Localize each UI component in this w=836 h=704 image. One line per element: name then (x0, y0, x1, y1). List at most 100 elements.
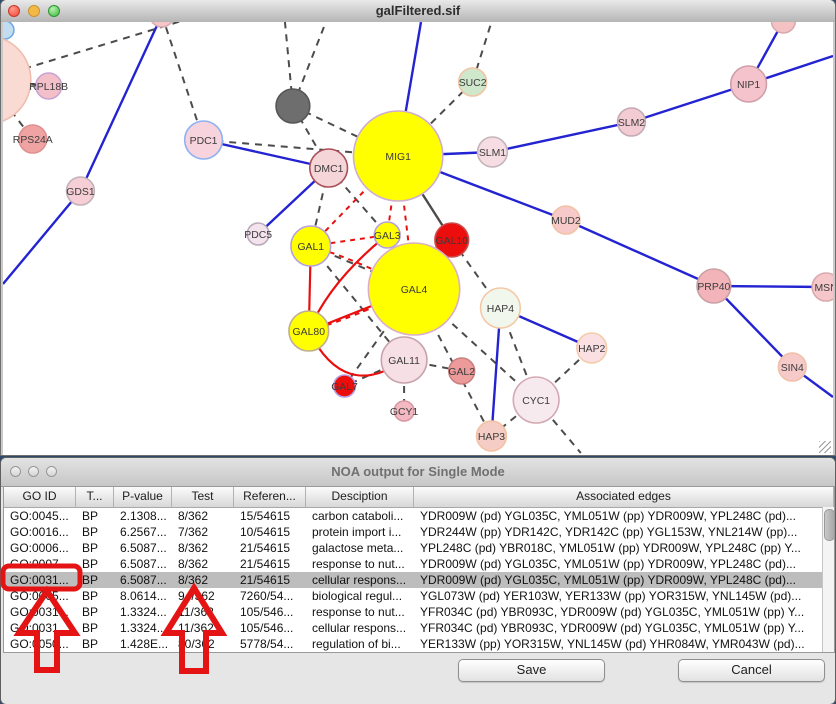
cell[interactable]: GO:0050... (4, 636, 76, 652)
cell[interactable]: GO:0031... (4, 620, 76, 636)
noa-results-table: GO IDT...P-valueTestReferen...Desciption… (3, 486, 835, 653)
cell[interactable]: GO:0031... (4, 604, 76, 620)
scrollbar-thumb[interactable] (824, 509, 835, 541)
cell[interactable]: 8/362 (172, 572, 234, 588)
column-header-desciption[interactable]: Desciption (306, 487, 414, 507)
cell[interactable]: response to nut... (306, 556, 414, 572)
cell[interactable]: 5778/54... (234, 636, 306, 652)
cell[interactable]: 6.2567... (114, 524, 172, 540)
cell[interactable]: GO:0007... (4, 556, 76, 572)
cell[interactable]: GO:0045... (4, 508, 76, 524)
table-scrollbar[interactable] (822, 507, 834, 652)
cell[interactable]: 15/54615 (234, 508, 306, 524)
noa-window-titlebar[interactable]: NOA output for Single Mode (1, 458, 835, 487)
table-row[interactable]: GO:0007...BP6.5087...8/36221/54615respon… (4, 556, 834, 572)
node-corner[interactable] (3, 22, 14, 39)
cell[interactable]: 8/362 (172, 540, 234, 556)
cancel-button[interactable]: Cancel (678, 659, 825, 682)
table-row[interactable]: GO:0031...BP6.5087...8/36221/54615cellul… (4, 572, 834, 588)
cell[interactable]: GO:0065... (4, 588, 76, 604)
cell[interactable]: GO:0031... (4, 572, 76, 588)
cell[interactable]: YDR009W (pd) YGL035C, YML051W (pp) YDR00… (414, 572, 834, 588)
column-header-test[interactable]: Test (172, 487, 234, 507)
cell[interactable]: 8/362 (172, 508, 234, 524)
table-row[interactable]: GO:0006...BP6.5087...8/36221/54615galact… (4, 540, 834, 556)
cell[interactable]: BP (76, 604, 114, 620)
cell[interactable]: BP (76, 620, 114, 636)
cell[interactable]: YDR009W (pd) YGL035C, YML051W (pp) YDR00… (414, 508, 834, 524)
cell[interactable]: 7/362 (172, 524, 234, 540)
cell[interactable]: 2.1308... (114, 508, 172, 524)
edge-gds1-pt[interactable] (3, 191, 80, 284)
resize-grip[interactable] (819, 441, 831, 453)
cell[interactable]: YGL073W (pd) YER103W, YER133W (pp) YOR31… (414, 588, 834, 604)
cell[interactable]: 11/362 (172, 620, 234, 636)
node-topc[interactable] (150, 22, 174, 27)
network-window-titlebar[interactable]: galFiltered.sif (1, 0, 835, 23)
cell[interactable]: carbon cataboli... (306, 508, 414, 524)
cell[interactable]: 6.5087... (114, 556, 172, 572)
cell[interactable]: 6.5087... (114, 572, 172, 588)
cell[interactable]: YPL248C (pd) YBR018C, YML051W (pp) YDR00… (414, 540, 834, 556)
cell[interactable]: cellular respons... (306, 572, 414, 588)
cell[interactable]: BP (76, 540, 114, 556)
cell[interactable]: 80/362 (172, 636, 234, 652)
cell[interactable]: galactose meta... (306, 540, 414, 556)
column-header-associated-edges[interactable]: Associated edges (414, 487, 834, 507)
cell[interactable]: YFR034C (pd) YBR093C, YDR009W (pd) YGL03… (414, 604, 834, 620)
node-gray1[interactable] (276, 89, 310, 123)
cell[interactable]: protein import i... (306, 524, 414, 540)
cell[interactable]: YDR244W (pp) YDR142C, YDR142C (pp) YGL15… (414, 524, 834, 540)
cell[interactable]: response to nut... (306, 604, 414, 620)
cell[interactable]: 21/54615 (234, 572, 306, 588)
column-header-go-id[interactable]: GO ID (4, 487, 76, 507)
edge-bigleft-pt[interactable] (3, 22, 205, 80)
network-graph[interactable]: RPL18BRPS24AGDS1PDC1DMC1MIG1SUC2SLM1SLM2… (3, 22, 833, 455)
cell[interactable]: BP (76, 572, 114, 588)
cell[interactable]: 11/362 (172, 604, 234, 620)
cell[interactable]: YDR009W (pd) YGL035C, YML051W (pp) YDR00… (414, 556, 834, 572)
save-button[interactable]: Save (458, 659, 605, 682)
cell[interactable]: biological regul... (306, 588, 414, 604)
cell[interactable]: 21/54615 (234, 556, 306, 572)
cell[interactable]: cellular respons... (306, 620, 414, 636)
cell[interactable]: 1.3324... (114, 604, 172, 620)
cell[interactable]: BP (76, 508, 114, 524)
cell[interactable]: 105/546... (234, 604, 306, 620)
cell[interactable]: BP (76, 524, 114, 540)
node-bigleft[interactable] (3, 36, 31, 124)
cell[interactable]: BP (76, 588, 114, 604)
cell[interactable]: 105/546... (234, 620, 306, 636)
edge-mud2-prp40[interactable] (566, 220, 714, 286)
table-row[interactable]: GO:0031...BP1.3324...11/362105/546...res… (4, 604, 834, 620)
cell[interactable]: 8.0614... (114, 588, 172, 604)
edge-slm1-slm2[interactable] (492, 122, 631, 152)
cell[interactable]: GO:0006... (4, 540, 76, 556)
cell[interactable]: 10/54615 (234, 524, 306, 540)
cell[interactable]: BP (76, 556, 114, 572)
cell[interactable]: YER133W (pp) YOR315W, YNL145W (pd) YHR08… (414, 636, 834, 652)
cell[interactable]: 1.3324... (114, 620, 172, 636)
cell[interactable]: 7260/54... (234, 588, 306, 604)
network-canvas[interactable]: RPL18BRPS24AGDS1PDC1DMC1MIG1SUC2SLM1SLM2… (1, 22, 835, 455)
table-row[interactable]: GO:0031...BP1.3324...11/362105/546...cel… (4, 620, 834, 636)
cell[interactable]: 21/54615 (234, 540, 306, 556)
node-topright[interactable] (771, 22, 795, 33)
node-label-DMC1: DMC1 (314, 164, 344, 175)
cell[interactable]: 1.428E... (114, 636, 172, 652)
table-row[interactable]: GO:0045...BP2.1308...8/36215/54615carbon… (4, 508, 834, 524)
column-header-referen-[interactable]: Referen... (234, 487, 306, 507)
cell[interactable]: regulation of bi... (306, 636, 414, 652)
table-row[interactable]: GO:0016...BP6.2567...7/36210/54615protei… (4, 524, 834, 540)
table-row[interactable]: GO:0065...BP8.0614...94/3627260/54...bio… (4, 588, 834, 604)
cell[interactable]: 8/362 (172, 556, 234, 572)
column-header-t-[interactable]: T... (76, 487, 114, 507)
table-row[interactable]: GO:0050...BP1.428E...80/3625778/54...reg… (4, 636, 834, 652)
cell[interactable]: GO:0016... (4, 524, 76, 540)
edge-topc-gds1[interactable] (80, 22, 161, 191)
cell[interactable]: BP (76, 636, 114, 652)
cell[interactable]: 94/362 (172, 588, 234, 604)
column-header-p-value[interactable]: P-value (114, 487, 172, 507)
cell[interactable]: 6.5087... (114, 540, 172, 556)
cell[interactable]: YFR034C (pd) YBR093C, YDR009W (pd) YGL03… (414, 620, 834, 636)
